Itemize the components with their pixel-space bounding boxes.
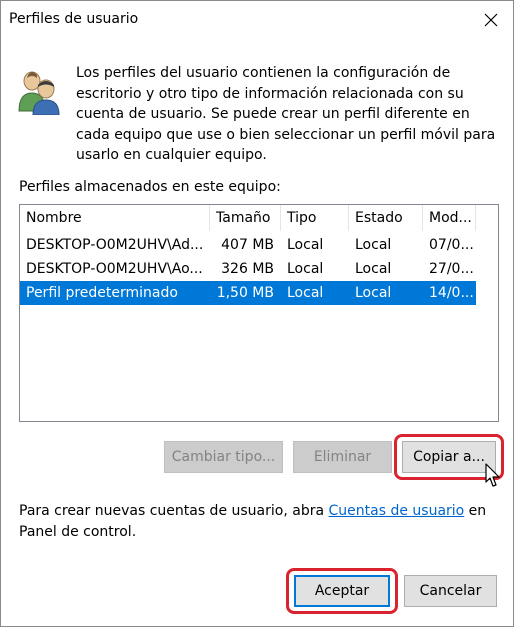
cell-size: 407 MB — [221, 237, 274, 253]
stored-profiles-label: Perfiles almacenados en este equipo: — [19, 179, 281, 195]
cell-name: DESKTOP-O0M2UHV\Ao... — [26, 261, 203, 277]
ok-highlight — [286, 568, 398, 614]
delete-button[interactable]: Eliminar — [293, 441, 392, 473]
info-prefix: Para crear nuevas cuentas de usuario, ab… — [19, 503, 329, 519]
cell-name: Perfil predeterminado — [26, 285, 178, 301]
profiles-list[interactable]: Nombre Tamaño Tipo Estado Mod... DESKTOP… — [19, 204, 499, 422]
cell-modified: 14/0... — [429, 285, 474, 301]
window-title: Perfiles de usuario — [9, 11, 139, 27]
column-header-modified[interactable]: Mod... — [423, 205, 476, 231]
close-icon — [484, 13, 498, 27]
cell-name: DESKTOP-O0M2UHV\Ad... — [26, 237, 204, 253]
cell-type: Local — [287, 261, 324, 277]
profiles-description: Los perfiles del usuario contienen la co… — [76, 65, 496, 163]
list-header: Nombre Tamaño Tipo Estado Mod... — [20, 205, 498, 231]
column-header-type[interactable]: Tipo — [281, 205, 349, 231]
cell-modified: 27/0... — [429, 261, 474, 277]
cell-type: Local — [287, 285, 324, 301]
info-text: Para crear nuevas cuentas de usuario, ab… — [19, 501, 489, 543]
mouse-pointer-icon — [485, 463, 500, 487]
table-row[interactable]: DESKTOP-O0M2UHV\Ao... 326 MB Local Local… — [20, 257, 476, 281]
change-type-button[interactable]: Cambiar tipo... — [164, 441, 283, 473]
cell-size: 1,50 MB — [216, 285, 274, 301]
column-header-size[interactable]: Tamaño — [210, 205, 281, 231]
table-row-selected[interactable]: Perfil predeterminado 1,50 MB Local Loca… — [20, 281, 476, 305]
close-button[interactable] — [469, 1, 513, 39]
cell-status: Local — [355, 237, 392, 253]
title-bar: Perfiles de usuario — [1, 1, 513, 39]
table-row[interactable]: DESKTOP-O0M2UHV\Ad... 407 MB Local Local… — [20, 233, 476, 257]
column-header-name[interactable]: Nombre — [20, 205, 210, 231]
cell-status: Local — [355, 285, 392, 301]
cell-type: Local — [287, 237, 324, 253]
cell-modified: 07/0... — [429, 237, 474, 253]
cell-status: Local — [355, 261, 392, 277]
user-accounts-link[interactable]: Cuentas de usuario — [329, 503, 465, 519]
column-header-status[interactable]: Estado — [349, 205, 423, 231]
cell-size: 326 MB — [221, 261, 274, 277]
users-icon — [18, 71, 60, 115]
user-profiles-dialog: Perfiles de usuario Los perfiles del usu… — [0, 0, 514, 627]
cancel-button[interactable]: Cancelar — [404, 575, 497, 607]
